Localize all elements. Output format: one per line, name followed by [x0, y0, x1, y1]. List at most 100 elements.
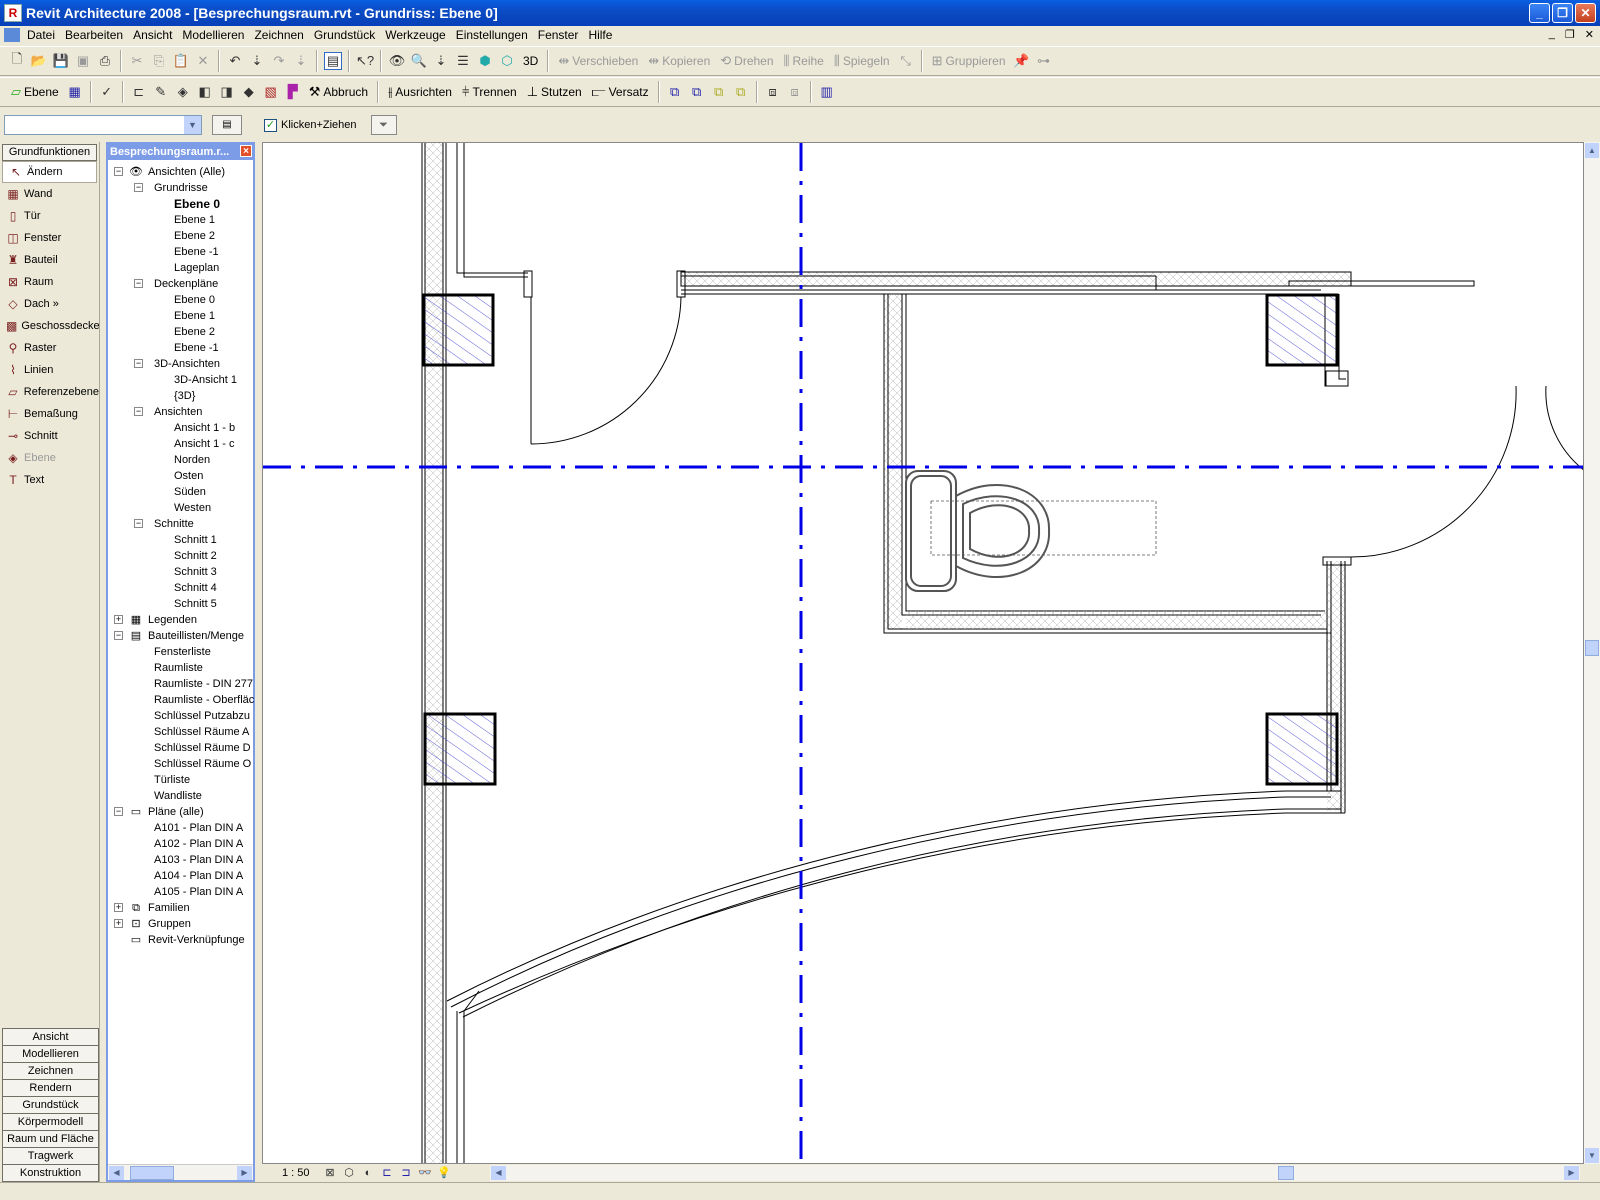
tree-item[interactable]: Legenden	[148, 612, 197, 628]
menu-bearbeiten[interactable]: Bearbeiten	[60, 28, 128, 42]
split-button[interactable]: ⫩ Trennen	[457, 84, 522, 100]
trim-button[interactable]: ⊥ Stutzen	[522, 84, 587, 100]
wall-opening-icon[interactable]: ▛	[284, 83, 302, 101]
tree-item[interactable]: Ebene 0	[174, 196, 220, 212]
model-graphics-style-icon[interactable]: ⬡	[341, 1166, 357, 1180]
offset-button[interactable]: ⫍ Versatz	[587, 84, 654, 100]
design-bar-item-11[interactable]: ⊢ Bemaßung	[0, 403, 99, 425]
tree-item[interactable]: 3D-Ansichten	[154, 356, 220, 372]
tree-item[interactable]: Norden	[174, 452, 210, 468]
spelling-icon[interactable]: ✓	[98, 83, 116, 101]
align-button[interactable]: ⫲ Ausrichten	[383, 84, 457, 100]
work-plane-button[interactable]: ▱ Ebene	[6, 84, 64, 100]
design-bar-tab-4[interactable]: Grundstück	[2, 1096, 99, 1114]
collapse-icon[interactable]: −	[134, 183, 143, 192]
tree-item[interactable]: Grundrisse	[154, 180, 208, 196]
resize-icon[interactable]: ⤡	[897, 52, 915, 70]
whats-this-help-icon[interactable]: ↖?	[356, 52, 374, 70]
tree-item[interactable]: Fensterliste	[154, 644, 211, 660]
wall-curved[interactable]	[446, 790, 1345, 1018]
3d-button[interactable]: 3D	[518, 54, 543, 68]
drawing-horizontal-scrollbar[interactable]: ◀ ▶	[490, 1165, 1580, 1181]
thin-lines-icon[interactable]: ☰	[454, 52, 472, 70]
match-type-icon[interactable]: ⊶	[1035, 52, 1053, 70]
delete-icon[interactable]: ✕	[194, 52, 212, 70]
tree-item[interactable]: Schnitt 5	[174, 596, 217, 612]
tree-item[interactable]: Revit-Verknüpfunge	[148, 932, 245, 948]
design-bar-tab-7[interactable]: Tragwerk	[2, 1147, 99, 1165]
collapse-icon[interactable]: −	[134, 359, 143, 368]
collapse-icon[interactable]: −	[114, 807, 123, 816]
tree-item[interactable]: Ebene -1	[174, 340, 219, 356]
menu-zeichnen[interactable]: Zeichnen	[249, 28, 308, 42]
save-all-icon[interactable]: ▣	[74, 52, 92, 70]
design-bar-item-8[interactable]: ⚲ Raster	[0, 337, 99, 359]
drawing-area[interactable]	[262, 142, 1584, 1164]
tree-item[interactable]: Ebene 0	[174, 292, 215, 308]
tree-item[interactable]: A104 - Plan DIN A	[154, 868, 243, 884]
paste-aligned-icon[interactable]: ⧉	[688, 83, 706, 101]
scroll-down-icon[interactable]: ▼	[1585, 1148, 1599, 1163]
cut-geometry-icon[interactable]: ◆	[240, 83, 258, 101]
click-drag-checkbox[interactable]: ✓	[264, 118, 277, 132]
browser-horizontal-scrollbar[interactable]: ◀ ▶	[108, 1164, 253, 1180]
wall-join-icon[interactable]: ▧	[262, 83, 280, 101]
design-bar-item-12[interactable]: ⊸ Schnitt	[0, 425, 99, 447]
tree-item[interactable]: Schlüssel Putzabzu	[154, 708, 250, 724]
menu-einstellungen[interactable]: Einstellungen	[451, 28, 533, 42]
restore-button[interactable]: ❐	[1552, 3, 1573, 23]
design-bar-tab-5[interactable]: Körpermodell	[2, 1113, 99, 1131]
tree-item[interactable]: Ansicht 1 - b	[174, 420, 235, 436]
paste-plane-icon[interactable]: ⧉	[710, 83, 728, 101]
collapse-icon[interactable]: −	[114, 631, 123, 640]
tree-item[interactable]: Ebene 2	[174, 324, 215, 340]
close-icon[interactable]: ×	[240, 145, 252, 157]
tree-item[interactable]: Familien	[148, 900, 190, 916]
tree-item[interactable]: Pläne (alle)	[148, 804, 204, 820]
scroll-thumb[interactable]	[1585, 640, 1599, 656]
floor-plan-drawing[interactable]	[263, 143, 1584, 1164]
tree-item[interactable]: Raumliste - DIN 277	[154, 676, 253, 692]
print-icon[interactable]: ⎙	[96, 52, 114, 70]
open-folder-icon[interactable]: 📂	[30, 52, 48, 70]
tree-item[interactable]: 3D-Ansicht 1	[174, 372, 237, 388]
temporary-hide-icon[interactable]: 👓	[417, 1166, 433, 1180]
design-bar-header[interactable]: Grundfunktionen	[2, 144, 97, 161]
design-bar-item-9[interactable]: ⌇ Linien	[0, 359, 99, 381]
design-bar-item-3[interactable]: ◫ Fenster	[0, 227, 99, 249]
doc-minimize-button[interactable]: _	[1549, 28, 1555, 41]
design-bar-item-0[interactable]: ↖ Ändern	[2, 161, 97, 183]
tree-item[interactable]: Bauteillisten/Menge	[148, 628, 244, 644]
design-bar-item-7[interactable]: ▩ Geschossdecke	[0, 315, 100, 337]
cut-icon[interactable]: ✂	[128, 52, 146, 70]
navigation-wheel-icon[interactable]: 👁	[388, 52, 406, 70]
close-button[interactable]: ✕	[1575, 3, 1596, 23]
scroll-thumb[interactable]	[1278, 1166, 1294, 1180]
tree-item[interactable]: Süden	[174, 484, 206, 500]
expand-icon[interactable]: +	[114, 615, 123, 624]
scroll-up-icon[interactable]: ▲	[1585, 143, 1599, 158]
menu-grundstueck[interactable]: Grundstück	[309, 28, 380, 42]
redo-icon[interactable]: ↷	[270, 52, 288, 70]
paste-icon[interactable]: 📋	[172, 52, 190, 70]
zoom-icon[interactable]: 🔍	[410, 52, 428, 70]
chart-icon[interactable]: ▥	[818, 83, 836, 101]
type-selector-dropdown[interactable]: ▼	[4, 115, 202, 135]
scroll-right-icon[interactable]: ▶	[1564, 1166, 1579, 1180]
design-bar-tab-0[interactable]: Ansicht	[2, 1028, 99, 1046]
toilet-fixture[interactable]	[905, 470, 1157, 592]
crop-view-icon[interactable]: ⊏	[379, 1166, 395, 1180]
scroll-left-icon[interactable]: ◀	[491, 1166, 506, 1180]
paste-view-icon[interactable]: ⧉	[732, 83, 750, 101]
design-bar-tab-6[interactable]: Raum und Fläche	[2, 1130, 99, 1148]
tree-item[interactable]: Wandliste	[154, 788, 202, 804]
tree-item[interactable]: A101 - Plan DIN A	[154, 820, 243, 836]
scroll-right-icon[interactable]: ▶	[237, 1166, 252, 1180]
tree-item[interactable]: Ansicht 1 - c	[174, 436, 235, 452]
design-bar-tab-3[interactable]: Rendern	[2, 1079, 99, 1097]
tree-item[interactable]: Schlüssel Räume O	[154, 756, 251, 772]
design-bar-item-2[interactable]: ▯ Tür	[0, 205, 99, 227]
tree-item[interactable]: Schnitt 1	[174, 532, 217, 548]
column-bottom-left[interactable]	[423, 712, 497, 786]
design-bar-item-13[interactable]: ◈ Ebene	[0, 447, 99, 469]
